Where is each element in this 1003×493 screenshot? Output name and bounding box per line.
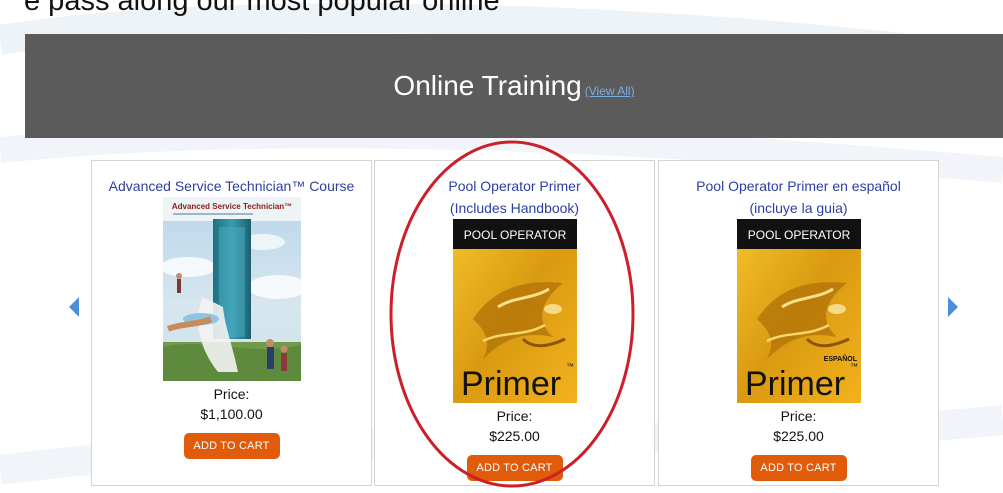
banner-title-row: Online Training (View All) xyxy=(25,69,1003,108)
product-title-link[interactable]: Advanced Service Technician™ Course xyxy=(92,175,371,197)
product-card-pool-operator-primer: Pool Operator Primer (Includes Handbook)… xyxy=(374,160,655,486)
pool-operator-primer-cover-image[interactable]: POOL OPERATOR Primer ™ xyxy=(452,219,577,403)
product-card-advanced-service-technician: Advanced Service Technician™ Course Adva… xyxy=(91,160,372,486)
carousel-next-arrow-icon[interactable] xyxy=(946,296,960,318)
cover-title-text: Advanced Service Technician™ xyxy=(171,202,291,211)
cover-primer-text: Primer xyxy=(461,365,561,403)
cover-primer-text: Primer xyxy=(745,365,845,403)
price-value: $225.00 xyxy=(489,428,540,444)
product-title-line: (Includes Handbook) xyxy=(449,200,580,216)
price-label: Price: xyxy=(213,386,250,402)
banner-title: Online Training xyxy=(393,70,582,101)
page-heading: e pass along our most popular online xyxy=(24,0,500,17)
product-title-line: Pool Operator Primer xyxy=(448,178,581,194)
online-training-banner: Online Training (View All) xyxy=(25,34,1003,138)
price-value: $225.00 xyxy=(773,428,824,444)
add-to-cart-button[interactable]: ADD TO CART xyxy=(466,455,563,481)
carousel-prev-arrow-icon[interactable] xyxy=(67,296,81,318)
cover-top-text: POOL OPERATOR xyxy=(747,228,850,242)
product-title-line: Pool Operator Primer en español xyxy=(696,178,901,194)
view-all-link[interactable]: (View All) xyxy=(585,84,635,98)
cover-trademark-text: ™ xyxy=(850,362,858,371)
product-title-line: (incluye la guia) xyxy=(749,200,848,216)
product-title-link[interactable]: Pool Operator Primer (Includes Handbook) xyxy=(375,175,654,219)
cover-top-text: POOL OPERATOR xyxy=(463,228,566,242)
add-to-cart-button[interactable]: ADD TO CART xyxy=(183,433,280,459)
price-label: Price: xyxy=(780,408,817,424)
product-card-pool-operator-primer-espanol: Pool Operator Primer en español (incluye… xyxy=(658,160,939,486)
add-to-cart-button[interactable]: ADD TO CART xyxy=(750,455,847,481)
price-label: Price: xyxy=(496,408,533,424)
cover-trademark-text: ™ xyxy=(566,362,574,371)
price-value: $1,100.00 xyxy=(200,406,263,422)
pool-operator-primer-espanol-cover-image[interactable]: POOL OPERATOR ESPAÑOL Primer ™ xyxy=(736,219,861,403)
product-title-link[interactable]: Pool Operator Primer en español (incluye… xyxy=(659,175,938,219)
product-title-line: Advanced Service Technician™ Course xyxy=(108,178,355,194)
advanced-service-technician-cover-image[interactable]: Advanced Service Technician™ xyxy=(162,197,301,381)
